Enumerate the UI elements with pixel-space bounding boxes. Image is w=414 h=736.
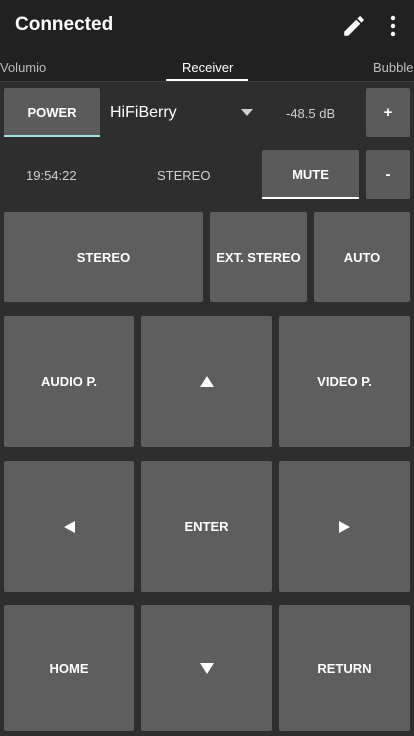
tab-receiver[interactable]: Receiver [182,60,233,75]
home-label: HOME [49,660,89,676]
enter-button[interactable]: ENTER [141,461,272,592]
volume-up-button[interactable]: + [366,88,410,137]
more-vert-icon[interactable] [384,13,402,39]
power-button[interactable]: POWER [4,88,100,137]
dropdown-arrow-icon [241,109,253,116]
mute-button-label: MUTE [292,167,329,182]
pencil-icon[interactable] [341,13,367,39]
left-button[interactable] [4,461,134,592]
source-select[interactable]: HiFiBerry [105,95,260,131]
auto-mode-label: AUTO [343,249,381,265]
triangle-up-icon [199,376,214,387]
tab-bubble[interactable]: Bubble [373,60,413,75]
audio-p-button[interactable]: AUDIO P. [4,316,134,447]
ext-stereo-mode-label: EXT. STEREO [216,249,301,265]
enter-label: ENTER [184,519,229,534]
sound-mode-status: STEREO [157,168,211,183]
mute-button[interactable]: MUTE [262,150,359,199]
app-bar: Connected [0,0,414,54]
triangle-down-icon [199,662,214,674]
volume-level: -48.5 dB [286,106,336,121]
power-active-indicator [4,135,100,137]
return-label: RETURN [317,660,372,676]
home-button[interactable]: HOME [4,605,134,731]
triangle-left-icon [63,520,75,533]
auto-mode-button[interactable]: AUTO [314,212,410,302]
clock-time: 19:54:22 [26,168,77,183]
source-select-value: HiFiBerry [110,104,177,121]
return-button[interactable]: RETURN [279,605,410,731]
down-button[interactable] [141,605,272,731]
power-button-label: POWER [27,105,77,120]
stereo-mode-label: STEREO [76,249,131,265]
video-p-button[interactable]: VIDEO P. [279,316,410,447]
up-button[interactable] [141,316,272,447]
volume-up-label: + [383,104,393,121]
tab-volumio[interactable]: Volumio [0,60,46,75]
stereo-mode-button[interactable]: STEREO [4,212,203,302]
ext-stereo-mode-button[interactable]: EXT. STEREO [210,212,307,302]
video-p-label: VIDEO P. [317,374,372,389]
right-button[interactable] [279,461,410,592]
connection-status-title: Connected [15,14,114,35]
volume-down-label: - [385,166,391,183]
audio-p-label: AUDIO P. [40,374,98,389]
mute-active-indicator [262,197,359,199]
triangle-right-icon [339,520,350,533]
tabs-divider [0,81,414,82]
tab-bar: Volumio Receiver Bubble [0,54,414,82]
volume-down-button[interactable]: - [366,150,410,199]
